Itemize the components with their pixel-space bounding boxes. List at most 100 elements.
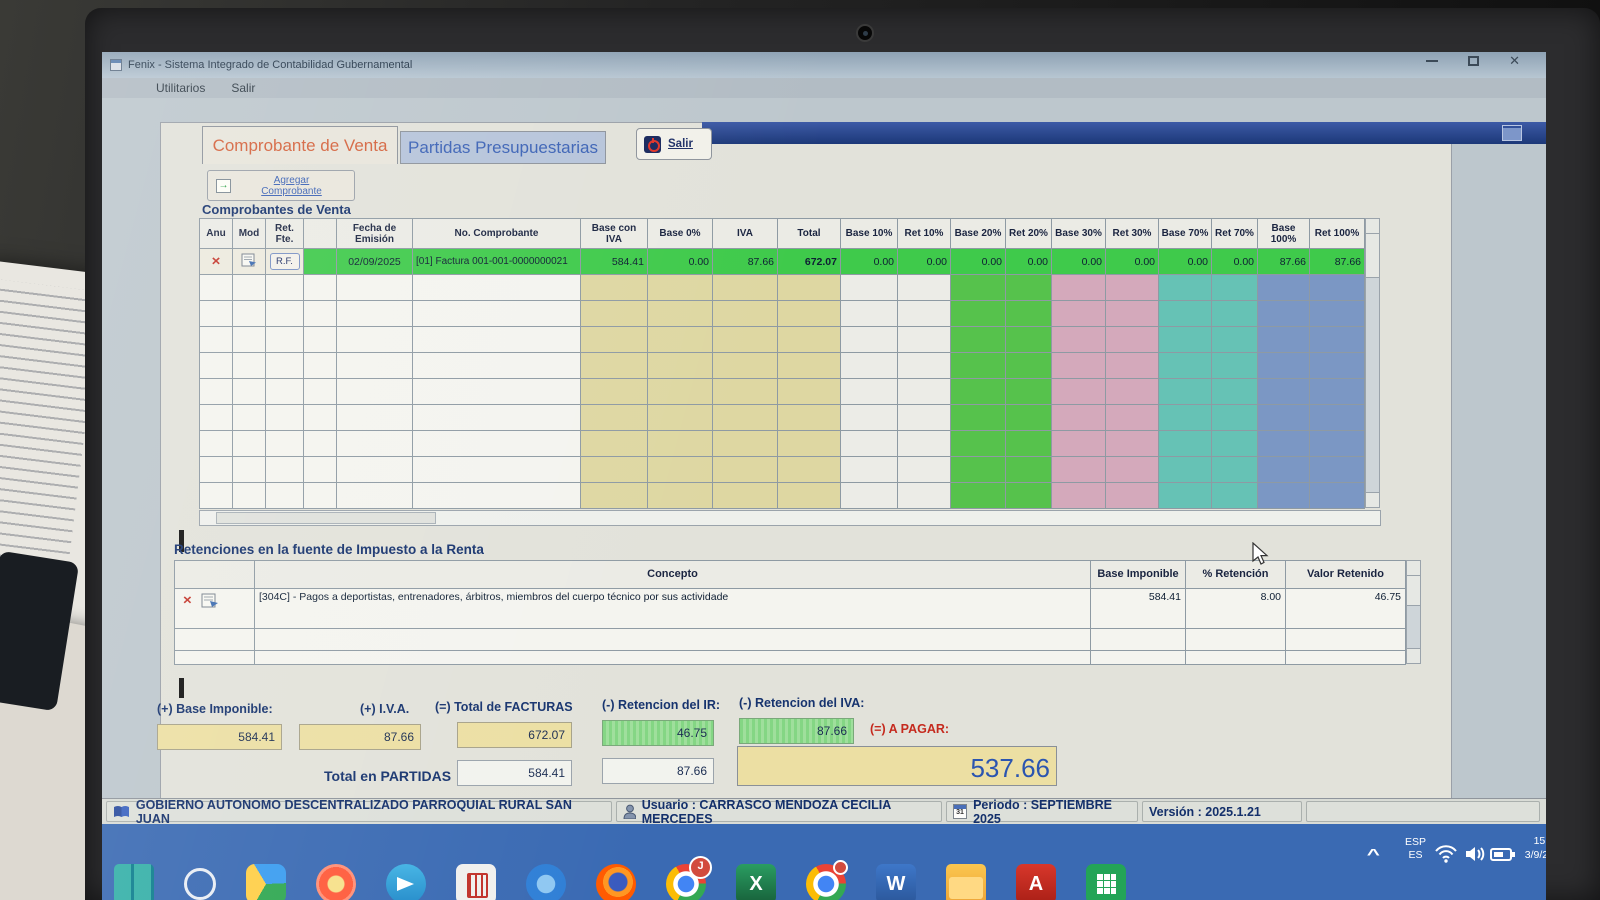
scroll-thumb[interactable] xyxy=(1407,576,1420,606)
cell-base-0[interactable]: 0.00 xyxy=(648,249,713,275)
start-icon[interactable] xyxy=(114,864,154,900)
cell-ret-70[interactable]: 0.00 xyxy=(1212,249,1258,275)
volume-icon[interactable] xyxy=(1464,844,1486,864)
col-base-30[interactable]: Base 30% xyxy=(1052,219,1106,249)
col-ret-70[interactable]: Ret 70% xyxy=(1212,219,1258,249)
col-mod[interactable]: Mod xyxy=(233,219,266,249)
row-indicator-cell[interactable] xyxy=(304,249,337,275)
cell-iva[interactable]: 87.66 xyxy=(713,249,778,275)
field-a-pagar[interactable]: 537.66 xyxy=(737,746,1057,786)
col-base-con-iva[interactable]: Base con IVA xyxy=(581,219,648,249)
menu-utilitarios[interactable]: Utilitarios xyxy=(156,81,205,95)
col-base-10[interactable]: Base 10% xyxy=(841,219,898,249)
word-icon[interactable] xyxy=(876,864,916,900)
delete-row-button[interactable]: × xyxy=(200,249,233,275)
col-iva[interactable]: IVA xyxy=(713,219,778,249)
chevron-up-icon[interactable]: ^ xyxy=(1367,846,1380,863)
cell-total[interactable]: 672.07 xyxy=(778,249,841,275)
vertical-scrollbar[interactable] xyxy=(1365,218,1380,508)
cell-no-comprobante[interactable]: [01] Factura 001-001-0000000021 xyxy=(413,249,581,275)
search-icon[interactable] xyxy=(184,868,216,900)
scroll-down-icon[interactable] xyxy=(1407,648,1420,663)
splitter-handle[interactable] xyxy=(179,678,184,698)
ret-fte-button[interactable]: R.F. xyxy=(266,249,304,275)
cell-base-20[interactable]: 0.00 xyxy=(951,249,1006,275)
scroll-thumb[interactable] xyxy=(1366,234,1379,278)
col-no-comprobante[interactable]: No. Comprobante xyxy=(413,219,581,249)
col-fecha[interactable]: Fecha de Emisión xyxy=(337,219,413,249)
field-total-facturas[interactable]: 672.07 xyxy=(457,722,572,748)
field-base-imponible[interactable]: 584.41 xyxy=(157,724,282,750)
col-base-imponible[interactable]: Base Imponible xyxy=(1091,561,1186,589)
child-window-icon[interactable] xyxy=(1502,125,1522,141)
cell-concepto[interactable]: [304C] - Pagos a deportistas, entrenador… xyxy=(255,589,1091,629)
sheets-icon[interactable] xyxy=(1086,864,1126,900)
invoice-row[interactable]: × R.F. 02/09/2025 [01] xyxy=(200,249,1365,275)
cell-ret-20[interactable]: 0.00 xyxy=(1006,249,1052,275)
cell-pct-retencion[interactable]: 8.00 xyxy=(1186,589,1286,629)
telegram-icon[interactable] xyxy=(386,864,426,900)
col-ret-10[interactable]: Ret 10% xyxy=(898,219,951,249)
wifi-icon[interactable] xyxy=(1434,844,1458,864)
minimize-icon[interactable] xyxy=(1426,60,1438,62)
col-ret-20[interactable]: Ret 20% xyxy=(1006,219,1052,249)
cell-ret-30[interactable]: 0.00 xyxy=(1106,249,1159,275)
cell-fecha[interactable]: 02/09/2025 xyxy=(337,249,413,275)
scroll-up-icon[interactable] xyxy=(1407,561,1420,576)
col-ret-30[interactable]: Ret 30% xyxy=(1106,219,1159,249)
scroll-down-icon[interactable] xyxy=(1366,492,1379,507)
photos-icon[interactable] xyxy=(526,864,566,900)
col-base-0[interactable]: Base 0% xyxy=(648,219,713,249)
recycle-bin-icon[interactable] xyxy=(456,864,496,900)
tab-partidas-presupuestarias[interactable]: Partidas Presupuestarias xyxy=(400,131,606,164)
horizontal-scrollbar[interactable] xyxy=(199,510,1381,526)
opera-icon[interactable] xyxy=(316,864,356,900)
folder-icon[interactable] xyxy=(946,864,986,900)
cell-ret-10[interactable]: 0.00 xyxy=(898,249,951,275)
cell-base-imponible[interactable]: 584.41 xyxy=(1091,589,1186,629)
field-iva[interactable]: 87.66 xyxy=(299,724,421,750)
col-blank[interactable] xyxy=(304,219,337,249)
menu-salir[interactable]: Salir xyxy=(231,81,255,95)
agregar-comprobante-button[interactable]: → Agregar Comprobante xyxy=(207,170,355,201)
language-indicator[interactable]: ESPES xyxy=(1405,836,1426,862)
cell-base-con-iva[interactable]: 584.41 xyxy=(581,249,648,275)
cell-valor-retenido[interactable]: 46.75 xyxy=(1286,589,1406,629)
clock[interactable]: 15:33/9/20 xyxy=(1508,834,1546,862)
delete-x-icon[interactable]: × xyxy=(183,594,192,607)
cell-base-10[interactable]: 0.00 xyxy=(841,249,898,275)
close-icon[interactable]: ✕ xyxy=(1509,56,1520,66)
cell-base-70[interactable]: 0.00 xyxy=(1159,249,1212,275)
col-pct-retencion[interactable]: % Retención xyxy=(1186,561,1286,589)
scroll-thumb[interactable] xyxy=(216,512,436,524)
field-partidas-iva[interactable]: 87.66 xyxy=(602,758,714,784)
col-base-70[interactable]: Base 70% xyxy=(1159,219,1212,249)
field-retencion-ir[interactable]: 46.75 xyxy=(602,720,714,746)
restore-icon[interactable] xyxy=(1468,56,1479,66)
col-ret-100[interactable]: Ret 100% xyxy=(1310,219,1365,249)
vertical-scrollbar[interactable] xyxy=(1406,560,1421,664)
field-retencion-iva[interactable]: 87.66 xyxy=(739,718,854,744)
chrome-j-icon[interactable] xyxy=(666,864,706,900)
retencion-row[interactable]: × [304C] - Pagos a deportistas, entrenad… xyxy=(175,589,1406,629)
pdf-icon[interactable] xyxy=(1016,864,1056,900)
edge-icon[interactable] xyxy=(806,864,846,900)
cell-base-100[interactable]: 87.66 xyxy=(1258,249,1310,275)
scroll-up-icon[interactable] xyxy=(1366,219,1379,234)
col-valor-retenido[interactable]: Valor Retenido xyxy=(1286,561,1406,589)
col-concepto[interactable]: Concepto xyxy=(255,561,1091,589)
firefox-icon[interactable] xyxy=(596,864,636,900)
drive-icon[interactable] xyxy=(246,864,286,900)
tab-comprobante-de-venta[interactable]: Comprobante de Venta xyxy=(202,126,398,164)
edit-row-button[interactable] xyxy=(233,249,266,275)
col-anu[interactable]: Anu xyxy=(200,219,233,249)
col-ret-fte[interactable]: Ret. Fte. xyxy=(266,219,304,249)
col-controls[interactable] xyxy=(175,561,255,589)
col-total[interactable]: Total xyxy=(778,219,841,249)
edit-document-icon[interactable] xyxy=(201,593,219,608)
col-base-20[interactable]: Base 20% xyxy=(951,219,1006,249)
salir-button[interactable]: Salir xyxy=(636,128,712,160)
cell-ret-100[interactable]: 87.66 xyxy=(1310,249,1365,275)
cell-base-30[interactable]: 0.00 xyxy=(1052,249,1106,275)
field-partidas-base[interactable]: 584.41 xyxy=(457,760,572,786)
